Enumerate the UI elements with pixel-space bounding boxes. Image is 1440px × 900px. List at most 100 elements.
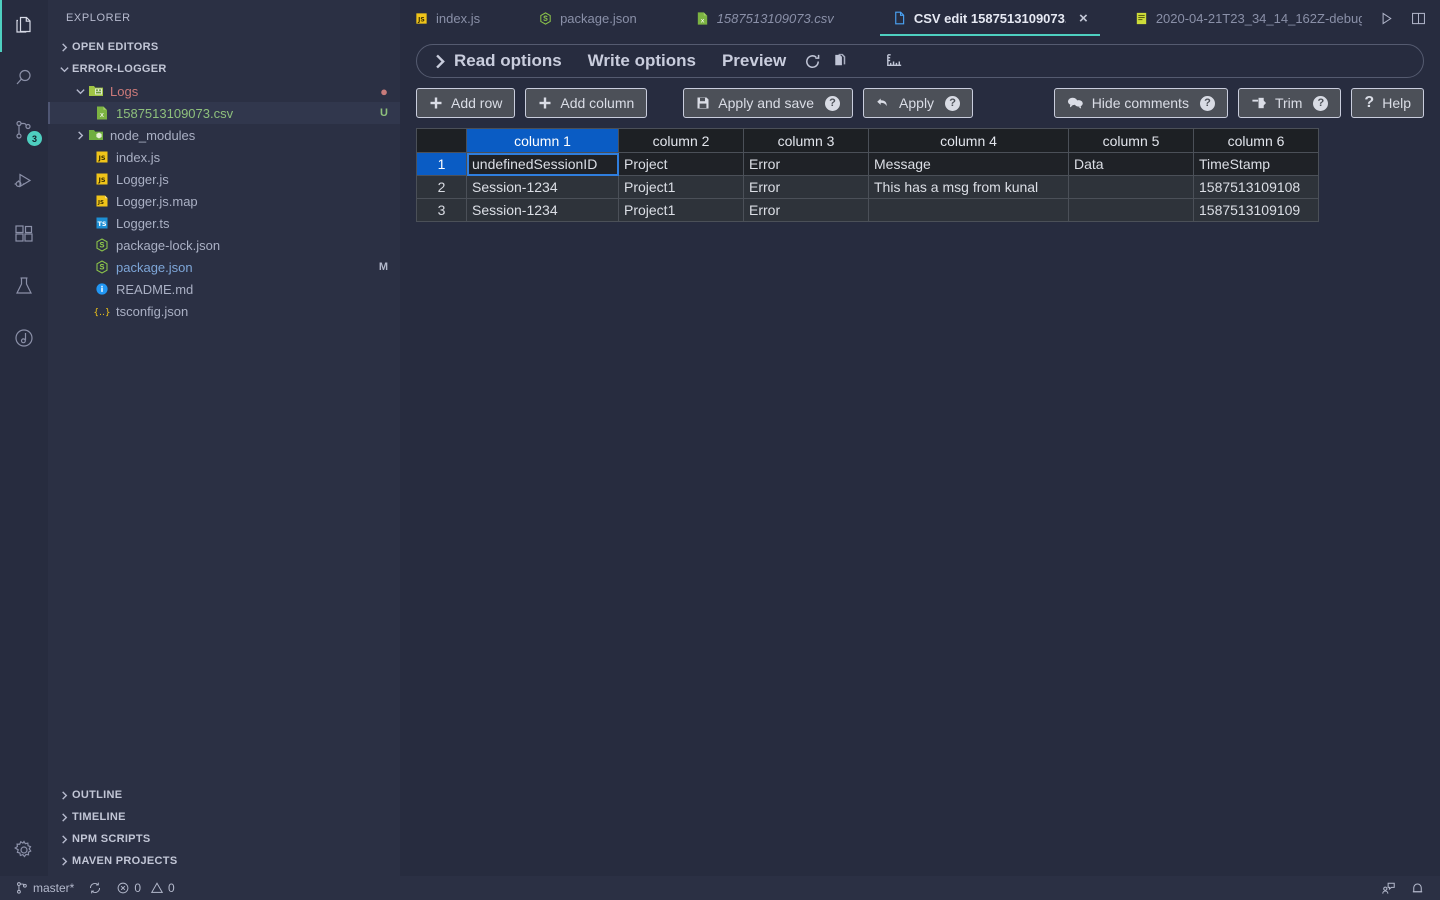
- tree-item-readme-md[interactable]: README.md: [48, 278, 400, 300]
- cell-r2c2[interactable]: Project1: [618, 175, 744, 199]
- tree-item-1587513109073-csv[interactable]: x 1587513109073.csv U: [48, 102, 400, 124]
- activity-item-testing[interactable]: [0, 260, 48, 312]
- chevron-right-icon: [56, 853, 72, 869]
- tree-item-logs[interactable]: Logs ●: [48, 80, 400, 102]
- help-icon[interactable]: ?: [1313, 95, 1329, 111]
- chevron-right-icon[interactable]: [431, 53, 448, 70]
- status-problems[interactable]: 0 0: [109, 876, 181, 900]
- svg-text:x: x: [100, 111, 104, 119]
- add-column-button[interactable]: Add column: [525, 88, 648, 118]
- read-options-label[interactable]: Read options: [454, 51, 574, 71]
- csv-table: column 1 column 2 column 3 column 4 colu…: [416, 128, 1319, 222]
- apply-button[interactable]: Apply ?: [863, 88, 974, 118]
- help-icon[interactable]: ?: [825, 95, 841, 111]
- section-label: OPEN EDITORS: [72, 41, 159, 53]
- row-header-2[interactable]: 2: [416, 175, 467, 199]
- column-header-6[interactable]: column 6: [1193, 128, 1319, 153]
- help-icon[interactable]: ?: [1199, 95, 1215, 111]
- cell-r3c2[interactable]: Project1: [618, 198, 744, 222]
- section-open-editors[interactable]: OPEN EDITORS: [48, 36, 400, 58]
- copy-icon[interactable]: [826, 49, 854, 73]
- help-icon[interactable]: ?: [945, 95, 961, 111]
- table-corner-cell[interactable]: [416, 128, 467, 153]
- cell-r2c6[interactable]: 1587513109108: [1193, 175, 1319, 199]
- activity-item-extensions[interactable]: [0, 208, 48, 260]
- column-header-1[interactable]: column 1: [466, 128, 619, 153]
- cell-r1c3[interactable]: Error: [743, 152, 869, 176]
- column-header-4[interactable]: column 4: [868, 128, 1069, 153]
- chevron-right-icon: [56, 831, 72, 847]
- cell-r2c1[interactable]: Session-1234: [466, 175, 619, 199]
- run-icon[interactable]: [1374, 5, 1400, 31]
- column-header-3[interactable]: column 3: [743, 128, 869, 153]
- trim-button[interactable]: Trim ?: [1237, 88, 1342, 118]
- split-editor-icon[interactable]: [1406, 5, 1432, 31]
- cell-r2c3[interactable]: Error: [743, 175, 869, 199]
- activity-item-music[interactable]: [0, 312, 48, 364]
- tab-1587513109073-csv[interactable]: x 1587513109073.csv: [683, 0, 846, 36]
- tab-index-js[interactable]: JS index.js: [400, 0, 492, 36]
- sidebar-title: EXPLORER: [66, 12, 131, 24]
- status-sync[interactable]: [81, 876, 109, 900]
- activity-item-run-and-debug[interactable]: [0, 156, 48, 208]
- tree-item-logger-js-map[interactable]: JS Logger.js.map: [48, 190, 400, 212]
- tab-debug-log[interactable]: 2020-04-21T23_34_14_162Z-debug.l: [1122, 0, 1374, 36]
- row-header-3[interactable]: 3: [416, 198, 467, 222]
- row-header-1[interactable]: 1: [416, 152, 467, 176]
- apply-and-save-button[interactable]: Apply and save ?: [683, 88, 854, 118]
- preview-label[interactable]: Preview: [708, 51, 798, 71]
- status-bar-right: [1374, 876, 1432, 900]
- tree-item-logger-ts[interactable]: TS Logger.ts: [48, 212, 400, 234]
- activity-item-explorer[interactable]: [0, 0, 48, 52]
- tab-label: CSV edit 1587513109073.csv: [913, 10, 1066, 26]
- cell-r1c1[interactable]: undefinedSessionID: [466, 152, 619, 176]
- cell-r2c5[interactable]: [1068, 175, 1194, 199]
- section-error-logger[interactable]: ERROR-LOGGER: [48, 58, 400, 80]
- cell-r3c4[interactable]: [868, 198, 1069, 222]
- status-branch[interactable]: master*: [8, 876, 81, 900]
- csv-table-container[interactable]: column 1 column 2 column 3 column 4 colu…: [416, 128, 1424, 222]
- tree-item-index-js[interactable]: JS index.js: [48, 146, 400, 168]
- cell-r3c6[interactable]: 1587513109109: [1193, 198, 1319, 222]
- cell-r3c3[interactable]: Error: [743, 198, 869, 222]
- tab-csv-edit-1587513109073-csv[interactable]: CSV edit 1587513109073.csv ×: [879, 0, 1100, 36]
- section-outline[interactable]: OUTLINE: [48, 784, 400, 806]
- status-notifications[interactable]: [1403, 876, 1432, 900]
- untracked-dot-icon: ●: [380, 83, 388, 99]
- cell-r1c5[interactable]: Data: [1068, 152, 1194, 176]
- activity-item-manage[interactable]: [0, 824, 48, 876]
- activity-item-search[interactable]: [0, 52, 48, 104]
- cell-r1c2[interactable]: Project: [618, 152, 744, 176]
- branch-label: master*: [33, 881, 75, 895]
- files-icon: [12, 14, 36, 38]
- status-feedback[interactable]: [1374, 876, 1403, 900]
- button-label: Trim: [1274, 95, 1303, 111]
- gear-icon: [12, 838, 36, 862]
- activity-item-source-control[interactable]: 3: [0, 104, 48, 156]
- help-button[interactable]: ? Help: [1351, 88, 1424, 118]
- hide-comments-button[interactable]: Hide comments ?: [1053, 88, 1228, 118]
- column-header-2[interactable]: column 2: [618, 128, 744, 153]
- cell-r3c5[interactable]: [1068, 198, 1194, 222]
- write-options-label[interactable]: Write options: [574, 51, 708, 71]
- tree-item-package-json[interactable]: package.json M: [48, 256, 400, 278]
- cell-r3c1[interactable]: Session-1234: [466, 198, 619, 222]
- section-maven-projects[interactable]: MAVEN PROJECTS: [48, 850, 400, 872]
- ruler-icon[interactable]: [880, 49, 908, 73]
- cell-r1c6[interactable]: TimeStamp: [1193, 152, 1319, 176]
- refresh-icon[interactable]: [798, 49, 826, 73]
- tab-package-json[interactable]: package.json: [526, 0, 649, 36]
- tree-item-tsconfig-json[interactable]: {..} tsconfig.json: [48, 300, 400, 322]
- tree-item-logger-js[interactable]: JS Logger.js: [48, 168, 400, 190]
- cell-r1c4[interactable]: Message: [868, 152, 1069, 176]
- close-icon[interactable]: ×: [1079, 11, 1088, 26]
- tree-item-label: node_modules: [110, 127, 196, 143]
- tree-item-package-lock-json[interactable]: package-lock.json: [48, 234, 400, 256]
- section-timeline[interactable]: TIMELINE: [48, 806, 400, 828]
- add-row-button[interactable]: Add row: [416, 88, 516, 118]
- tree-item-node-modules[interactable]: node_modules: [48, 124, 400, 146]
- button-label: Help: [1382, 95, 1411, 111]
- section-npm-scripts[interactable]: NPM SCRIPTS: [48, 828, 400, 850]
- column-header-5[interactable]: column 5: [1068, 128, 1194, 153]
- cell-r2c4[interactable]: This has a msg from kunal: [868, 175, 1069, 199]
